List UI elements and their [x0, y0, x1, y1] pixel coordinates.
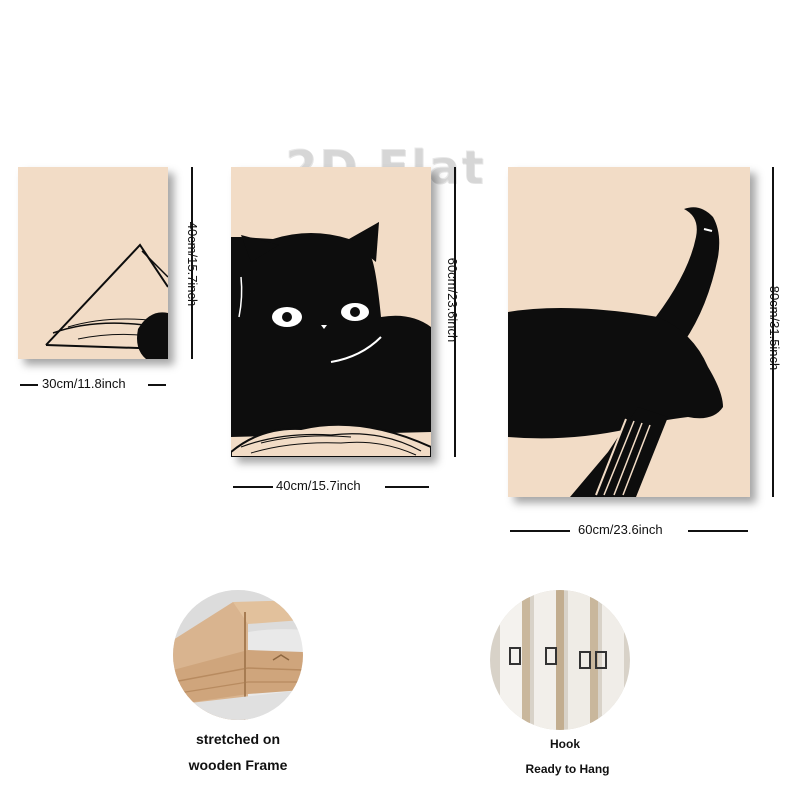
small-width-line-right [148, 384, 166, 386]
medium-height-label: 60cm/23.6inch [445, 257, 460, 343]
large-width-line-left [510, 530, 570, 532]
small-height-label: 40cm/15.7inch [185, 221, 200, 307]
large-width-line-right [688, 530, 748, 532]
small-width-label: 30cm/11.8inch [42, 376, 126, 391]
large-height-label: 80cm/31.5inch [767, 285, 782, 371]
medium-width-label: 40cm/15.7inch [276, 478, 361, 493]
medium-width-line-right [385, 486, 429, 488]
panel-large-image [508, 167, 750, 497]
small-width-line-left [20, 384, 38, 386]
frame-caption-line2: wooden Frame [188, 757, 288, 773]
hook-caption-line2: Ready to Hang [525, 762, 610, 776]
medium-width-line-left [233, 486, 273, 488]
wooden-frame-photo [173, 590, 303, 720]
hook-caption-line1: Hook [550, 737, 580, 751]
frame-caption-line1: stretched on [195, 731, 280, 747]
cat-face-illustration [231, 222, 431, 457]
panel-small-image [18, 167, 168, 359]
panel-medium-image [231, 167, 431, 457]
hook-photo [490, 590, 630, 730]
cat-tail-illustration [508, 207, 723, 497]
large-width-label: 60cm/23.6inch [578, 522, 663, 537]
book-corner-illustration [45, 243, 168, 359]
